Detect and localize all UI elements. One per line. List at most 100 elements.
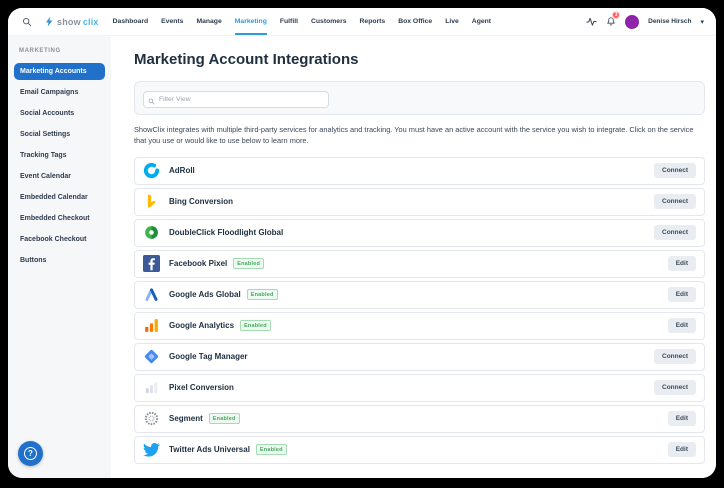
showclix-logo[interactable]: show clix <box>44 16 99 27</box>
nav-item-label: Agent <box>471 18 492 25</box>
main-content: Marketing Account Integrations ShowClix … <box>111 36 716 478</box>
pixel-conversion-icon <box>143 379 160 396</box>
filter-search-icon <box>148 92 155 110</box>
integration-row-segment[interactable]: Segment Enabled Edit <box>134 404 705 433</box>
integration-row-pixel-conversion[interactable]: Pixel Conversion Connect <box>134 373 705 402</box>
nav-item-label: Customers <box>310 18 347 25</box>
nav-item-dashboard[interactable]: Dashboard <box>113 8 149 35</box>
edit-button[interactable]: Edit <box>667 287 696 303</box>
integration-row-google-ads-global[interactable]: Google Ads Global Enabled Edit <box>134 280 705 309</box>
connect-button[interactable]: Connect <box>654 194 696 210</box>
segment-icon <box>143 410 160 427</box>
status-badge: Enabled <box>208 413 240 425</box>
nav-item-label: Fulfill <box>279 18 298 25</box>
status-badge: Enabled <box>240 320 271 332</box>
notifications-bell-icon[interactable]: 3 <box>606 11 621 27</box>
sidebar: MARKETING Marketing Accounts Email Campai… <box>8 36 111 478</box>
sidebar-item-embedded-checkout[interactable]: Embedded Checkout <box>14 210 105 227</box>
integration-row-doubleclick-floodlight-global[interactable]: DoubleClick Floodlight Global Connect <box>134 218 705 247</box>
logo-text-clix: clix <box>82 16 99 27</box>
status-badge: Enabled <box>233 258 265 270</box>
chevron-down-icon[interactable]: ▾ <box>700 18 704 26</box>
integration-name: Pixel Conversion <box>169 383 234 393</box>
edit-button[interactable]: Edit <box>667 411 696 427</box>
integration-name: Bing Conversion <box>169 197 234 207</box>
google-analytics-icon <box>143 317 160 334</box>
sidebar-item-email-campaigns[interactable]: Email Campaigns <box>14 84 105 101</box>
nav-item-box-office[interactable]: Box Office <box>398 8 432 35</box>
sidebar-item-facebook-checkout[interactable]: Facebook Checkout <box>14 231 105 248</box>
integration-list: AdRoll Connect Bing Conversion Connect D… <box>134 156 705 464</box>
adroll-icon <box>143 162 160 179</box>
integration-row-adroll[interactable]: AdRoll Connect <box>134 156 705 185</box>
nav-item-label: Marketing <box>234 18 267 25</box>
integration-name: Segment <box>169 414 203 424</box>
connect-button[interactable]: Connect <box>654 380 696 396</box>
google-tag-manager-icon <box>143 348 160 365</box>
sidebar-item-social-settings[interactable]: Social Settings <box>14 126 105 143</box>
doubleclick-icon <box>143 224 160 241</box>
integration-name: Facebook Pixel <box>169 259 228 269</box>
sidebar-section-title: MARKETING <box>19 48 61 54</box>
user-name[interactable]: Denise Hirsch <box>648 18 691 25</box>
google-ads-icon <box>143 286 160 303</box>
nav-item-label: Manage <box>196 18 222 25</box>
activity-icon[interactable] <box>586 16 597 27</box>
integration-name: Twitter Ads Universal <box>169 445 250 455</box>
sidebar-item-buttons[interactable]: Buttons <box>14 252 105 269</box>
edit-button[interactable]: Edit <box>667 442 696 458</box>
nav-item-customers[interactable]: Customers <box>311 8 347 35</box>
topbar: show clix Dashboard Events Manage Marketing F… <box>8 8 716 36</box>
status-badge: Enabled <box>246 289 278 301</box>
nav-item-manage[interactable]: Manage <box>196 8 221 35</box>
sidebar-item-embedded-calendar[interactable]: Embedded Calendar <box>14 189 105 206</box>
integration-name: Google Ads Global <box>169 290 241 300</box>
nav-item-agent[interactable]: Agent <box>472 8 491 35</box>
filter-box <box>143 88 329 108</box>
nav-item-reports[interactable]: Reports <box>360 8 386 35</box>
integration-name: DoubleClick Floodlight Global <box>169 228 284 238</box>
sidebar-items: Marketing Accounts Email Campaigns Social … <box>14 63 105 269</box>
nav-item-marketing[interactable]: Marketing <box>234 8 267 35</box>
logo-text-show: show <box>57 16 81 27</box>
nav-item-label: Dashboard <box>112 18 149 25</box>
filter-input[interactable] <box>143 91 329 108</box>
nav-item-label: Live <box>445 18 459 25</box>
question-mark-icon: ? <box>24 447 37 460</box>
help-button[interactable]: ? <box>18 441 43 466</box>
integration-row-google-tag-manager[interactable]: Google Tag Manager Connect <box>134 342 705 371</box>
notification-badge: 3 <box>612 11 621 19</box>
app-body: MARKETING Marketing Accounts Email Campai… <box>8 36 716 478</box>
search-icon[interactable] <box>22 17 32 27</box>
integration-name: Google Analytics <box>169 321 235 331</box>
connect-button[interactable]: Connect <box>654 225 696 241</box>
nav-item-label: Box Office <box>398 18 433 25</box>
app-window: show clix Dashboard Events Manage Marketing F… <box>8 8 716 478</box>
logo-bolt-icon <box>45 16 53 27</box>
twitter-icon <box>143 441 160 458</box>
edit-button[interactable]: Edit <box>667 318 696 334</box>
primary-nav: Dashboard Events Manage Marketing Fulfill Cus… <box>113 8 491 35</box>
bing-icon <box>143 193 160 210</box>
integration-row-google-analytics[interactable]: Google Analytics Enabled Edit <box>134 311 705 340</box>
status-badge: Enabled <box>255 444 287 456</box>
integration-row-bing-conversion[interactable]: Bing Conversion Connect <box>134 187 705 216</box>
integration-name: Google Tag Manager <box>169 352 248 362</box>
nav-item-fulfill[interactable]: Fulfill <box>280 8 298 35</box>
sidebar-item-marketing-accounts[interactable]: Marketing Accounts <box>14 63 105 80</box>
integration-row-twitter-ads-universal[interactable]: Twitter Ads Universal Enabled Edit <box>134 435 705 464</box>
avatar[interactable] <box>625 14 640 29</box>
connect-button[interactable]: Connect <box>654 349 696 365</box>
nav-item-label: Events <box>161 18 184 25</box>
nav-item-live[interactable]: Live <box>445 8 459 35</box>
edit-button[interactable]: Edit <box>667 256 696 272</box>
facebook-icon <box>143 255 160 273</box>
sidebar-item-tracking-tags[interactable]: Tracking Tags <box>14 147 105 164</box>
sidebar-item-event-calendar[interactable]: Event Calendar <box>14 168 105 185</box>
integration-row-facebook-pixel[interactable]: Facebook Pixel Enabled Edit <box>134 249 705 278</box>
connect-button[interactable]: Connect <box>654 163 696 179</box>
nav-item-label: Reports <box>359 18 386 25</box>
nav-item-events[interactable]: Events <box>161 8 183 35</box>
page-title: Marketing Account Integrations <box>134 51 359 68</box>
sidebar-item-social-accounts[interactable]: Social Accounts <box>14 105 105 122</box>
